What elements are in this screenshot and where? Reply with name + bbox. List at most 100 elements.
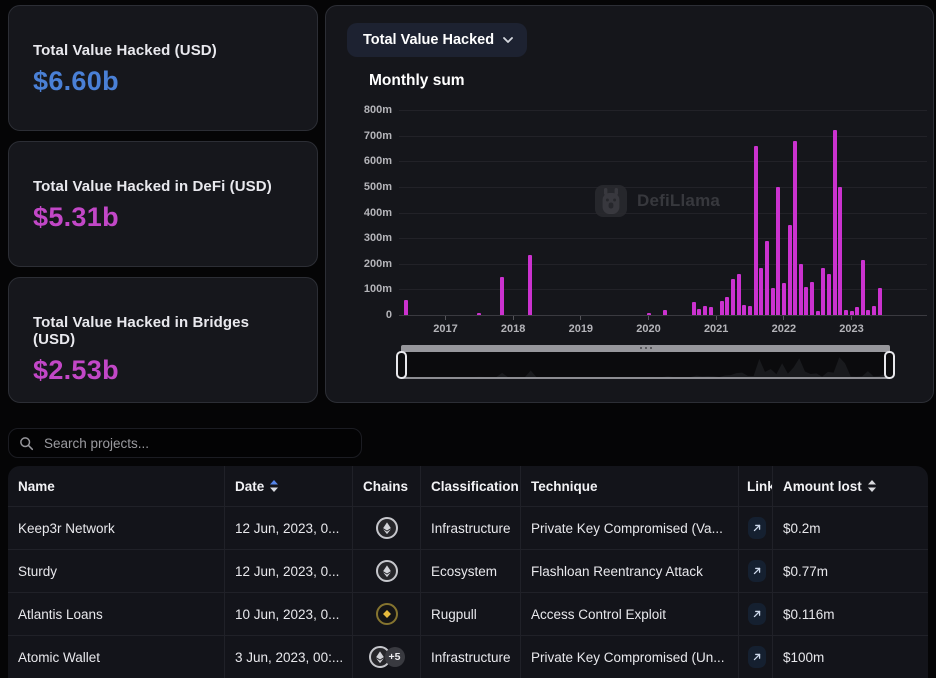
search-icon	[19, 436, 34, 451]
card-title: Total Value Hacked (USD)	[33, 42, 293, 59]
x-axis-label: 2022	[764, 323, 804, 335]
bar	[872, 306, 876, 315]
cell-chains: +5	[352, 636, 420, 678]
brush-handle-right[interactable]	[884, 351, 895, 379]
bar	[709, 307, 713, 315]
cell-classification: Ecosystem	[420, 550, 520, 592]
card-value: $6.60b	[33, 66, 293, 97]
cell-name: Keep3r Network	[8, 507, 224, 549]
bar	[737, 274, 741, 315]
ethereum-chain-icon	[376, 517, 398, 539]
grid-line	[399, 110, 927, 111]
table-body: Keep3r Network12 Jun, 2023, 0... Infrastr…	[8, 506, 928, 678]
cell-link	[738, 507, 772, 549]
cell-link	[738, 550, 772, 592]
column-header-amount-lost[interactable]: Amount lost	[772, 466, 928, 506]
bar	[844, 310, 848, 315]
x-axis-label: 2020	[629, 323, 669, 335]
column-header-link: Link	[738, 466, 772, 506]
x-axis-label: 2019	[561, 323, 601, 335]
card-title: Total Value Hacked in DeFi (USD)	[33, 178, 293, 195]
defillama-logo-icon	[594, 184, 628, 218]
bar	[793, 141, 797, 315]
cell-classification: Infrastructure	[420, 507, 520, 549]
table-row: Keep3r Network12 Jun, 2023, 0... Infrastr…	[8, 506, 928, 549]
x-axis-label: 2017	[425, 323, 465, 335]
column-header-name: Name	[8, 466, 224, 506]
grid-line	[399, 238, 927, 239]
x-axis-label: 2023	[832, 323, 872, 335]
cell-amount-lost: $0.116m	[772, 593, 928, 635]
total-value-hacked-bridges-card: Total Value Hacked in Bridges (USD) $2.5…	[8, 277, 318, 403]
grid-line	[399, 315, 927, 316]
bar	[748, 306, 752, 315]
cell-amount-lost: $0.2m	[772, 507, 928, 549]
bar	[477, 313, 481, 315]
y-axis-label: 600m	[348, 155, 392, 167]
column-header-date[interactable]: Date	[224, 466, 352, 506]
table-row: Atomic Wallet3 Jun, 2023, 00:...+5Infras…	[8, 635, 928, 678]
bar	[692, 302, 696, 315]
brush-minimap[interactable]	[401, 352, 890, 379]
bar	[866, 310, 870, 315]
card-value: $5.31b	[33, 202, 293, 233]
grid-line	[399, 161, 927, 162]
bar	[782, 283, 786, 315]
cell-link	[738, 636, 772, 678]
card-value: $2.53b	[33, 355, 293, 386]
cell-date: 10 Jun, 2023, 0...	[224, 593, 352, 635]
bar	[838, 187, 842, 315]
bar	[861, 260, 865, 315]
column-header-technique: Technique	[520, 466, 738, 506]
column-header-chains: Chains	[352, 466, 420, 506]
time-range-brush[interactable]	[401, 345, 890, 384]
search-bar	[8, 428, 362, 458]
bar	[788, 225, 792, 315]
y-axis-label: 200m	[348, 258, 392, 270]
cell-date: 3 Jun, 2023, 00:...	[224, 636, 352, 678]
cell-name: Atlantis Loans	[8, 593, 224, 635]
external-link-button[interactable]	[748, 646, 766, 668]
bar	[878, 288, 882, 315]
x-axis-tick	[648, 316, 649, 320]
x-axis-tick	[783, 316, 784, 320]
cell-technique: Private Key Compromised (Un...	[520, 636, 738, 678]
brush-grip-dots-icon	[640, 347, 652, 349]
table-row: Atlantis Loans10 Jun, 2023, 0...RugpullA…	[8, 592, 928, 635]
y-axis-label: 700m	[348, 130, 392, 142]
bar	[742, 305, 746, 315]
cell-chains	[352, 593, 420, 635]
x-axis-tick	[580, 316, 581, 320]
total-value-hacked-defi-card: Total Value Hacked in DeFi (USD) $5.31b	[8, 141, 318, 267]
bsc-chain-icon	[376, 603, 398, 625]
cell-date: 12 Jun, 2023, 0...	[224, 507, 352, 549]
bar	[816, 311, 820, 315]
cell-name: Sturdy	[8, 550, 224, 592]
x-axis-tick	[445, 316, 446, 320]
sort-icon	[270, 480, 278, 492]
bar	[720, 301, 724, 315]
cell-chains	[352, 507, 420, 549]
brush-track[interactable]	[401, 345, 890, 352]
y-axis-label: 100m	[348, 283, 392, 295]
brush-handle-left[interactable]	[396, 351, 407, 379]
cell-date: 12 Jun, 2023, 0...	[224, 550, 352, 592]
cell-amount-lost: $100m	[772, 636, 928, 678]
y-axis-label: 300m	[348, 232, 392, 244]
card-title: Total Value Hacked in Bridges (USD)	[33, 314, 293, 348]
bar	[799, 264, 803, 315]
x-axis-tick	[513, 316, 514, 320]
table-header-row: Name Date Chains Classification ? Techni…	[8, 466, 928, 506]
bar	[827, 274, 831, 315]
external-link-button[interactable]	[748, 603, 766, 625]
grid-line	[399, 136, 927, 137]
hacks-table: Name Date Chains Classification ? Techni…	[8, 466, 928, 678]
external-link-button[interactable]	[748, 560, 766, 582]
x-axis-tick	[716, 316, 717, 320]
bar	[404, 300, 408, 315]
bar	[771, 288, 775, 315]
external-link-button[interactable]	[748, 517, 766, 539]
search-input[interactable]	[42, 435, 351, 452]
bar	[765, 241, 769, 315]
cell-technique: Flashloan Reentrancy Attack	[520, 550, 738, 592]
